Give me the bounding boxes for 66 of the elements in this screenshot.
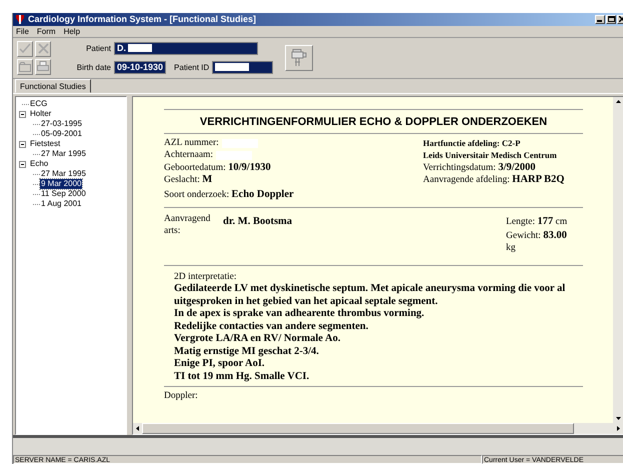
interpretation-text: Redelijke contacties van andere segmenten. <box>174 320 370 334</box>
birth-date-field[interactable]: 09-10-1930 <box>114 60 166 74</box>
interpretation-text: Enige PI, spoor AoI. <box>174 358 266 371</box>
field-text: AZL nummer: <box>164 138 219 148</box>
close-icon <box>619 16 623 22</box>
menu-item[interactable]: File <box>16 26 29 36</box>
interpretation-text: TI tot 19 mm Hg. Smalle VCI. <box>174 370 310 384</box>
report-title: VERRICHTINGENFORMULIER ECHO & DOPPLER ONDERZOEKEN <box>198 115 548 130</box>
tree-item[interactable]: 27 Mar 1995 <box>40 149 87 160</box>
requesting-label: Aanvragend arts: <box>164 213 208 238</box>
camera-button[interactable] <box>285 44 314 71</box>
collapse-icon[interactable] <box>19 140 26 148</box>
checkmark-icon <box>19 43 31 54</box>
window-title: Cardiology Information System - [Functional Studies] <box>28 14 258 24</box>
field-text: Geslacht: M <box>164 174 212 185</box>
tab[interactable]: Functional Studies <box>15 79 91 94</box>
interpretation-text: Gedilateerde LV met dyskinetische septum. Met apicale aneurysma vorming die voor al uitgesproken in het gebied van het apicaal septale segment. <box>174 283 566 308</box>
interpretation-label: 2D interpretatie: <box>174 271 238 284</box>
vertical-scrollbar[interactable] <box>613 97 623 424</box>
maximize-icon <box>608 16 614 22</box>
collapse-icon[interactable] <box>19 160 26 168</box>
patient-label: Patient <box>85 44 112 53</box>
printer-icon <box>37 61 49 72</box>
cross-icon <box>38 43 48 54</box>
tree-item[interactable]: 1 Aug 2001 <box>40 199 82 210</box>
tree-item[interactable]: 27 Mar 1995 <box>40 169 87 180</box>
field-text: Leids Universitair Medisch Centrum <box>423 150 557 160</box>
menu-item[interactable]: Form <box>36 26 56 36</box>
folder-icon <box>19 62 31 72</box>
confirm-button[interactable] <box>17 40 33 57</box>
redaction-block <box>215 63 250 72</box>
length-text: Lengte: 177 cm <box>506 216 568 228</box>
tree-item[interactable]: Fietstest <box>29 139 62 150</box>
tree-item[interactable]: Holter <box>29 109 52 120</box>
print-button[interactable] <box>35 58 51 75</box>
maximize-button[interactable] <box>606 14 616 24</box>
weight-text: Gewicht: 83.00 kg <box>506 230 568 254</box>
patient-field[interactable]: D. <box>114 42 258 55</box>
tree-item[interactable]: 27-03-1995 <box>40 119 83 130</box>
redaction-block <box>128 44 152 52</box>
field-text: Verrichtingsdatum: 3/9/2000 <box>423 162 536 173</box>
heart-icon <box>15 14 25 25</box>
doppler-label: Doppler: <box>164 390 199 402</box>
tree-item[interactable]: Echo <box>29 159 50 170</box>
patient-id-field[interactable] <box>212 60 274 74</box>
interpretation-text: Matig ernstige MI geschat 2-3/4. <box>174 346 320 358</box>
collapse-icon[interactable] <box>19 110 26 118</box>
camera-icon <box>291 48 308 67</box>
birth-date-label: Birth date <box>76 62 112 72</box>
interpretation-text: In de apex is sprake van adhearente thrombus vorming. <box>174 308 426 321</box>
tree-item[interactable]: ECG <box>29 99 48 110</box>
tree-item[interactable]: 05-09-2001 <box>40 129 83 140</box>
cancel-button[interactable] <box>35 40 51 57</box>
exam-type: Soort onderzoek: Echo Doppler <box>164 188 294 200</box>
field-text: Hartfunctie afdeling: C2-P <box>423 138 520 148</box>
field-text: Achternaam: <box>164 150 214 160</box>
field-text: Geboortedatum: 10/9/1930 <box>164 162 271 173</box>
patient-id-label: Patient ID <box>174 62 210 72</box>
field-text: Aanvragende afdeling: HARP B2Q <box>423 174 564 185</box>
interpretation-text: Vergrote LA/RA en RV/ Normale Ao. <box>174 333 342 346</box>
folder-button[interactable] <box>17 58 33 75</box>
tree-item[interactable]: 9 Mar 2000 <box>40 179 82 190</box>
horizontal-scrollbar[interactable] <box>133 423 623 434</box>
menu-item[interactable]: Help <box>64 26 80 36</box>
tree-item[interactable]: 11 Sep 2000 <box>40 189 87 200</box>
minimize-button[interactable] <box>595 14 605 24</box>
